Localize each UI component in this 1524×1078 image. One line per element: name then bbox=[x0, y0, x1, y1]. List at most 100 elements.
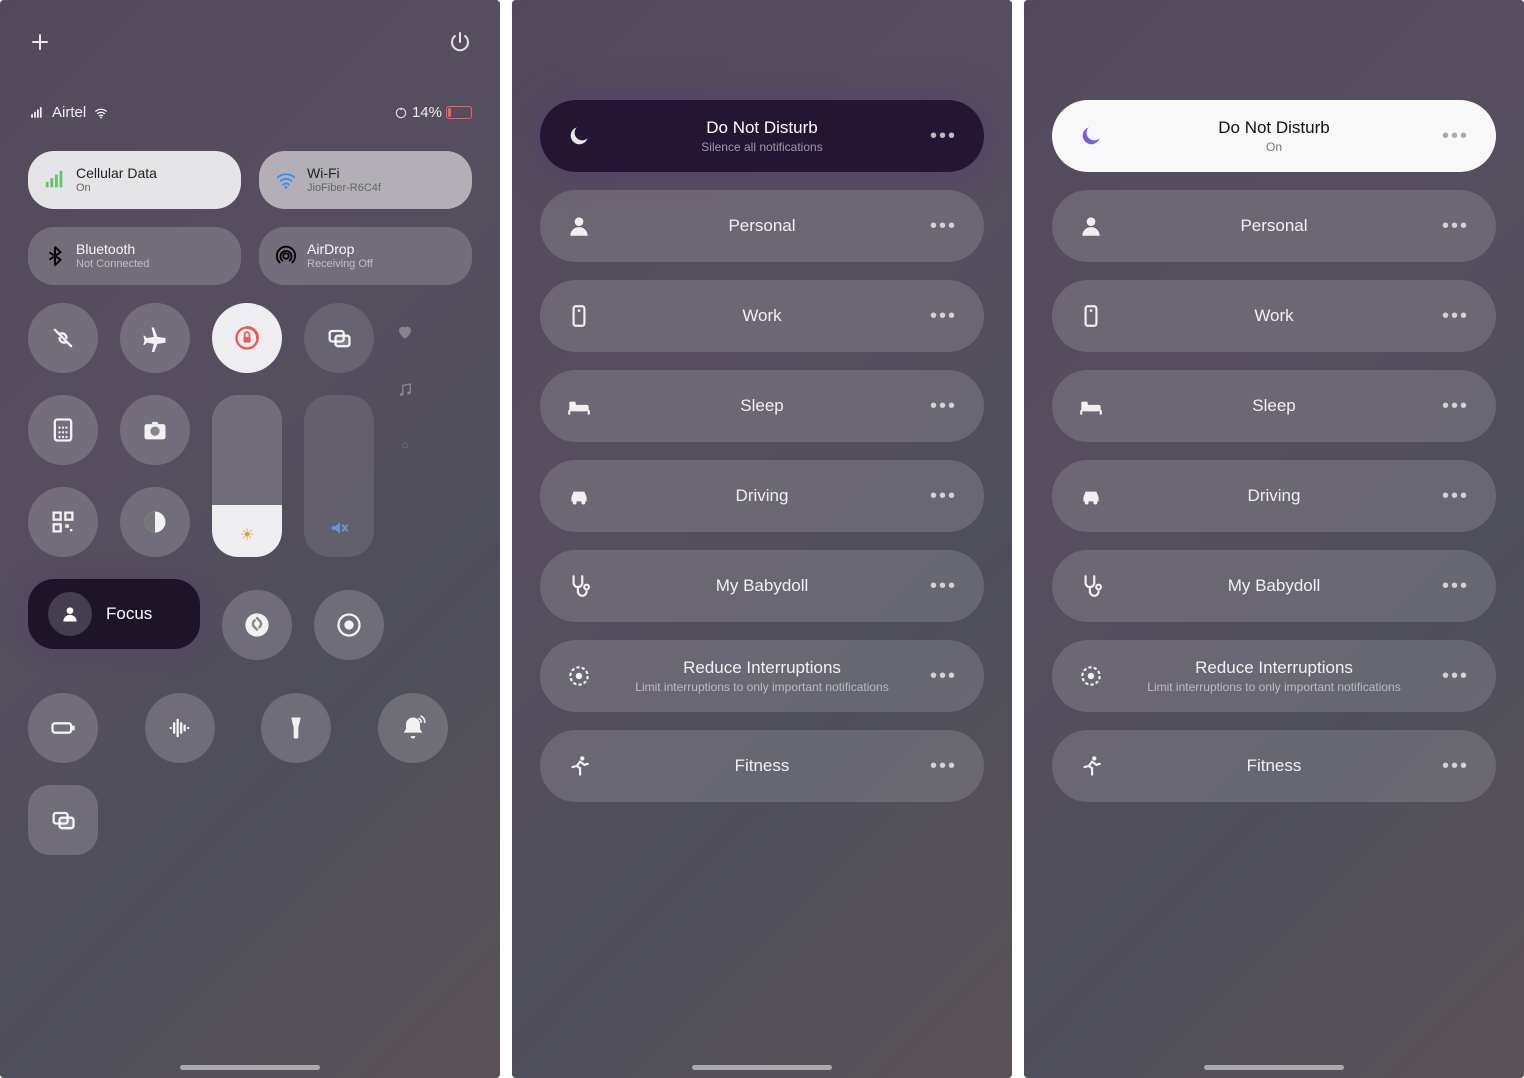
focus-item-more-button[interactable]: ••• bbox=[930, 395, 960, 418]
focus-label: Focus bbox=[106, 604, 152, 624]
qr-scan-button[interactable] bbox=[28, 487, 98, 557]
app-switcher-button[interactable] bbox=[28, 785, 98, 855]
focus-item-more-button[interactable]: ••• bbox=[930, 755, 960, 778]
lock-icon bbox=[233, 324, 261, 352]
airplane-button[interactable] bbox=[120, 303, 190, 373]
focus-option-my-babydoll[interactable]: My Babydoll ••• bbox=[540, 550, 984, 622]
focus-option-sleep[interactable]: Sleep ••• bbox=[1052, 370, 1496, 442]
cellular-signal-icon bbox=[44, 169, 66, 191]
calculator-icon bbox=[49, 416, 77, 444]
focus-option-work[interactable]: Work ••• bbox=[540, 280, 984, 352]
focus-button[interactable]: Focus bbox=[28, 579, 200, 649]
sleep-icon bbox=[1078, 393, 1104, 419]
camera-button[interactable] bbox=[120, 395, 190, 465]
focus-option-sleep[interactable]: Sleep ••• bbox=[540, 370, 984, 442]
focus-option-reduce-interruptions[interactable]: Reduce Interruptions Limit interruptions… bbox=[1052, 640, 1496, 712]
power-icon[interactable] bbox=[448, 30, 472, 54]
focus-item-title: Reduce Interruptions bbox=[683, 658, 841, 678]
work-icon bbox=[1078, 303, 1104, 329]
battery-icon bbox=[446, 106, 472, 119]
focus-item-title: Driving bbox=[1248, 486, 1301, 506]
cellular-sub: On bbox=[76, 182, 157, 195]
focus-option-personal[interactable]: Personal ••• bbox=[1052, 190, 1496, 262]
dnd-option-active[interactable]: Do Not Disturb On ••• bbox=[1052, 100, 1496, 172]
wifi-status-icon bbox=[92, 106, 110, 120]
screen-record-button[interactable] bbox=[314, 590, 384, 660]
dnd-more-button[interactable]: ••• bbox=[1442, 125, 1472, 148]
focus-item-more-button[interactable]: ••• bbox=[930, 665, 960, 688]
focus-option-fitness[interactable]: Fitness ••• bbox=[540, 730, 984, 802]
focus-item-more-button[interactable]: ••• bbox=[930, 575, 960, 598]
mute-icon bbox=[328, 517, 350, 539]
sleep-icon bbox=[566, 393, 592, 419]
dark-mode-button[interactable] bbox=[120, 487, 190, 557]
low-power-button[interactable] bbox=[28, 693, 98, 763]
wifi-title: Wi-Fi bbox=[307, 165, 381, 182]
focus-option-my-babydoll[interactable]: My Babydoll ••• bbox=[1052, 550, 1496, 622]
heart-icon[interactable] bbox=[396, 323, 414, 341]
person-icon bbox=[566, 213, 592, 239]
focus-item-title: Personal bbox=[1240, 216, 1307, 236]
focus-item-more-button[interactable]: ••• bbox=[1442, 665, 1472, 688]
focus-item-more-button[interactable]: ••• bbox=[930, 215, 960, 238]
shazam-button[interactable] bbox=[222, 590, 292, 660]
mirror-icon bbox=[325, 324, 353, 352]
wifi-icon bbox=[275, 169, 297, 191]
camera-icon bbox=[141, 416, 169, 444]
focus-item-title: Reduce Interruptions bbox=[1195, 658, 1353, 678]
moon-icon bbox=[1078, 123, 1104, 149]
focus-option-reduce-interruptions[interactable]: Reduce Interruptions Limit interruptions… bbox=[540, 640, 984, 712]
cellular-data-tile[interactable]: Cellular Data On bbox=[28, 151, 241, 209]
focus-menu-panel: Do Not Disturb Silence all notifications… bbox=[512, 0, 1012, 1078]
airdrop-title: AirDrop bbox=[307, 241, 373, 258]
carrier-label: Airtel bbox=[52, 104, 86, 121]
calculator-button[interactable] bbox=[28, 395, 98, 465]
music-icon[interactable] bbox=[396, 381, 414, 399]
focus-item-title: Fitness bbox=[1247, 756, 1302, 776]
focus-item-title: My Babydoll bbox=[1228, 576, 1321, 596]
focus-option-personal[interactable]: Personal ••• bbox=[540, 190, 984, 262]
focus-item-more-button[interactable]: ••• bbox=[930, 305, 960, 328]
hotspot-button[interactable] bbox=[28, 303, 98, 373]
airdrop-tile[interactable]: AirDrop Receiving Off bbox=[259, 227, 472, 285]
qr-icon bbox=[49, 508, 77, 536]
focus-item-title: Work bbox=[742, 306, 781, 326]
brightness-slider[interactable]: ☀ bbox=[212, 395, 282, 557]
bluetooth-tile[interactable]: Bluetooth Not Connected bbox=[28, 227, 241, 285]
focus-item-more-button[interactable]: ••• bbox=[930, 485, 960, 508]
focus-option-driving[interactable]: Driving ••• bbox=[1052, 460, 1496, 532]
focus-option-driving[interactable]: Driving ••• bbox=[540, 460, 984, 532]
stethoscope-icon bbox=[1078, 573, 1104, 599]
shazam-icon bbox=[243, 611, 271, 639]
reduce-icon bbox=[1078, 663, 1104, 689]
flashlight-button[interactable] bbox=[261, 693, 331, 763]
battery-pct: 14% bbox=[412, 104, 442, 121]
volume-slider[interactable] bbox=[304, 395, 374, 557]
wifi-tile[interactable]: Wi-Fi JioFiber-R6C4f bbox=[259, 151, 472, 209]
fitness-icon bbox=[566, 753, 592, 779]
alarm-button[interactable] bbox=[378, 693, 448, 763]
focus-item-more-button[interactable]: ••• bbox=[1442, 575, 1472, 598]
focus-option-fitness[interactable]: Fitness ••• bbox=[1052, 730, 1496, 802]
dnd-sub: Silence all notifications bbox=[701, 140, 822, 154]
screen-mirroring-button[interactable] bbox=[304, 303, 374, 373]
fitness-icon bbox=[1078, 753, 1104, 779]
dnd-option[interactable]: Do Not Disturb Silence all notifications… bbox=[540, 100, 984, 172]
sound-recognition-button[interactable] bbox=[145, 693, 215, 763]
focus-item-more-button[interactable]: ••• bbox=[1442, 215, 1472, 238]
focus-option-work[interactable]: Work ••• bbox=[1052, 280, 1496, 352]
bluetooth-sub: Not Connected bbox=[76, 258, 149, 271]
dnd-title: Do Not Disturb bbox=[706, 118, 817, 138]
home-icon[interactable]: ⌂ bbox=[402, 439, 409, 451]
focus-item-more-button[interactable]: ••• bbox=[1442, 755, 1472, 778]
focus-item-more-button[interactable]: ••• bbox=[1442, 395, 1472, 418]
dnd-more-button[interactable]: ••• bbox=[930, 125, 960, 148]
orientation-lock-button[interactable] bbox=[212, 303, 282, 373]
focus-item-more-button[interactable]: ••• bbox=[1442, 305, 1472, 328]
focus-item-more-button[interactable]: ••• bbox=[1442, 485, 1472, 508]
signal-icon bbox=[28, 106, 46, 120]
dnd-title: Do Not Disturb bbox=[1218, 118, 1329, 138]
focus-item-title: Sleep bbox=[1252, 396, 1295, 416]
add-icon[interactable] bbox=[28, 30, 52, 54]
person-icon bbox=[1078, 213, 1104, 239]
